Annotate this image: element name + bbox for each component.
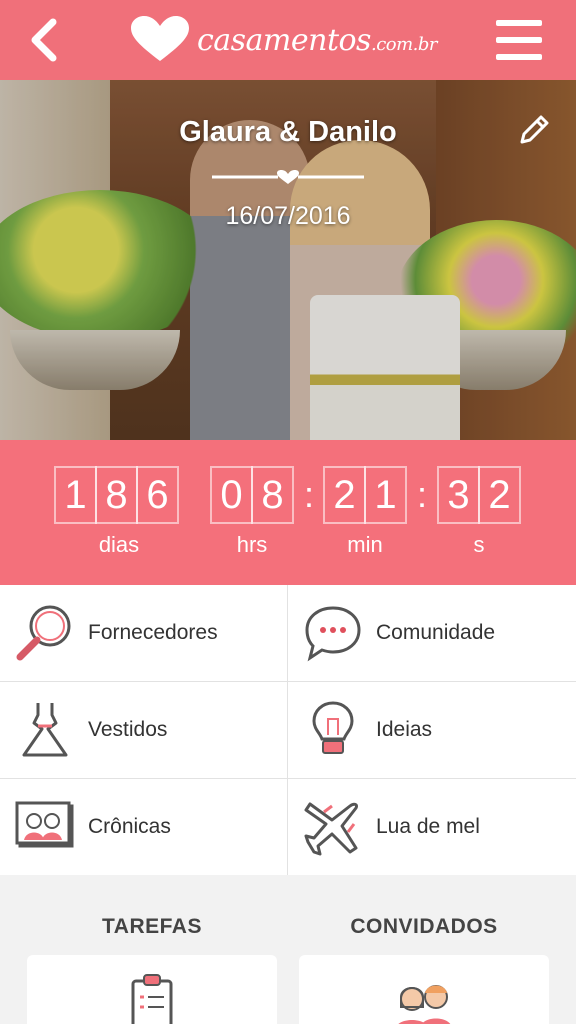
airplane-icon [302,796,364,858]
menu-item-comunidade[interactable]: Comunidade [288,585,576,682]
menu-bar [496,20,542,26]
chevron-left-icon [31,18,57,62]
dress-icon [14,699,76,761]
menu-item-label: Ideias [376,718,433,741]
time-separator: : [417,474,428,515]
heart-divider-icon [212,170,364,184]
hours-digits: 0 8 [210,466,294,524]
guests-couple-icon [398,985,451,1024]
menu-item-label: Vestidos [88,718,168,741]
dashboard-widgets: TAREFAS CONVIDADOS [0,875,576,1024]
menu-item-ideias[interactable]: Ideias [288,682,576,779]
tasks-title: TAREFAS [102,915,202,938]
wedding-countdown: 1 8 6 0 8 : 2 1 : 3 2 dias hrs min s [0,440,576,585]
menu-item-label: Crônicas [88,815,171,838]
digit: 6 [136,466,179,524]
menu-bar [496,37,542,43]
menu-item-cronicas[interactable]: Crônicas [0,779,288,876]
digit: 2 [323,466,366,524]
digit: 0 [210,466,253,524]
minutes-digits: 2 1 [323,466,407,524]
heart-icon [130,16,189,61]
menu-item-label: Lua de mel [376,815,480,838]
photo-frame-icon [14,796,76,858]
pencil-icon [520,115,549,144]
lightbulb-icon [302,699,364,761]
minutes-label: min [347,532,383,557]
edit-button[interactable] [514,110,554,150]
menu-item-vestidos[interactable]: Vestidos [0,682,288,779]
days-label: dias [98,532,140,557]
hamburger-menu-button[interactable] [496,20,542,60]
logo-text: casamentos.com.br [196,22,438,58]
clipboard-icon [131,974,173,1024]
menu-item-label: Fornecedores [88,621,218,644]
app-header: casamentos.com.br [0,0,576,80]
guests-title: CONVIDADOS [350,915,498,938]
time-separator: : [304,474,315,515]
seconds-digits: 3 2 [437,466,521,524]
menu-item-fornecedores[interactable]: Fornecedores [0,585,288,682]
digit: 1 [364,466,407,524]
digit: 8 [251,466,294,524]
guests-card[interactable] [299,955,549,1024]
magnifier-icon [14,602,76,664]
wedding-date: 16/07/2016 [225,202,351,230]
feature-menu: Fornecedores Comunidade Vestidos Ideias … [0,585,576,876]
digit: 8 [95,466,138,524]
couple-names: Glaura & Danilo [179,116,397,148]
menu-item-label: Comunidade [376,621,496,644]
digit: 2 [478,466,521,524]
menu-bar [496,54,542,60]
menu-item-lua-de-mel[interactable]: Lua de mel [288,779,576,876]
digit: 1 [54,466,97,524]
hours-label: hrs [236,532,268,557]
tasks-card[interactable] [27,955,277,1024]
couple-photo: Glaura & Danilo 16/07/2016 [0,80,576,440]
days-digits: 1 8 6 [54,466,179,524]
seconds-label: s [473,532,485,557]
back-button[interactable] [24,16,64,64]
chat-bubble-icon [302,602,364,664]
brand-logo[interactable]: casamentos.com.br [129,15,438,65]
digit: 3 [437,466,480,524]
